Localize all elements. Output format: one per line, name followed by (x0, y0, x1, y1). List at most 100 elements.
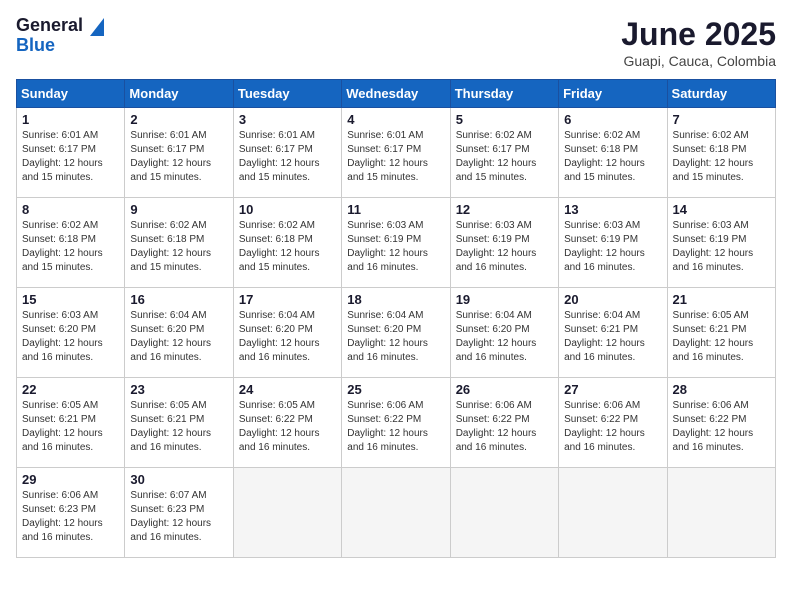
calendar-cell: 24 Sunrise: 6:05 AM Sunset: 6:22 PM Dayli… (233, 378, 341, 468)
day-info: Sunrise: 6:02 AM Sunset: 6:18 PM Dayligh… (239, 219, 336, 275)
weekday-header-wednesday: Wednesday (342, 80, 450, 108)
calendar-cell: 16 Sunrise: 6:04 AM Sunset: 6:20 PM Dayli… (125, 288, 233, 378)
calendar-cell: 22Sunrise: 6:05 AM Sunset: 6:21 PM Dayli… (17, 378, 125, 468)
calendar-cell (342, 468, 450, 558)
day-number: 30 (130, 472, 227, 487)
day-info: Sunrise: 6:03 AM Sunset: 6:19 PM Dayligh… (456, 219, 553, 275)
calendar-cell: 19Sunrise: 6:04 AM Sunset: 6:20 PM Dayli… (450, 288, 558, 378)
day-number: 19 (456, 292, 553, 307)
calendar-cell: 15 Sunrise: 6:03 AM Sunset: 6:20 PM Dayli… (17, 288, 125, 378)
day-number: 5 (456, 112, 553, 127)
day-info: Sunrise: 6:06 AM Sunset: 6:22 PM Dayligh… (347, 399, 444, 455)
logo-general: General (16, 15, 83, 35)
day-info: Sunrise: 6:01 AM Sunset: 6:17 PM Dayligh… (22, 129, 119, 185)
day-number: 12 (456, 202, 553, 217)
day-number: 14 (673, 202, 770, 217)
day-info: Sunrise: 6:04 AM Sunset: 6:20 PM Dayligh… (239, 309, 336, 365)
day-number: 25 (347, 382, 444, 397)
calendar-cell: 1 Sunrise: 6:01 AM Sunset: 6:17 PM Daylig… (17, 108, 125, 198)
calendar-cell (233, 468, 341, 558)
calendar-cell (667, 468, 775, 558)
day-info: Sunrise: 6:05 AM Sunset: 6:21 PM Dayligh… (130, 399, 227, 455)
calendar-cell: 18 Sunrise: 6:04 AM Sunset: 6:20 PM Dayli… (342, 288, 450, 378)
day-number: 18 (347, 292, 444, 307)
day-info: Sunrise: 6:07 AM Sunset: 6:23 PM Dayligh… (130, 489, 227, 545)
day-info: Sunrise: 6:03 AM Sunset: 6:19 PM Dayligh… (347, 219, 444, 275)
weekday-header-tuesday: Tuesday (233, 80, 341, 108)
day-number: 29 (22, 472, 119, 487)
day-number: 16 (130, 292, 227, 307)
weekday-header-sunday: Sunday (17, 80, 125, 108)
calendar-cell: 12 Sunrise: 6:03 AM Sunset: 6:19 PM Dayli… (450, 198, 558, 288)
calendar-cell: 29 Sunrise: 6:06 AM Sunset: 6:23 PM Dayli… (17, 468, 125, 558)
calendar-cell: 25 Sunrise: 6:06 AM Sunset: 6:22 PM Dayli… (342, 378, 450, 468)
calendar-cell (559, 468, 667, 558)
day-info: Sunrise: 6:04 AM Sunset: 6:21 PM Dayligh… (564, 309, 661, 365)
logo-blue: Blue (16, 35, 55, 55)
day-info: Sunrise: 6:03 AM Sunset: 6:19 PM Dayligh… (564, 219, 661, 275)
calendar-cell: 4 Sunrise: 6:01 AM Sunset: 6:17 PM Daylig… (342, 108, 450, 198)
weekday-header-thursday: Thursday (450, 80, 558, 108)
day-number: 9 (130, 202, 227, 217)
day-info: Sunrise: 6:04 AM Sunset: 6:20 PM Dayligh… (347, 309, 444, 365)
calendar-cell: 26 Sunrise: 6:06 AM Sunset: 6:22 PM Dayli… (450, 378, 558, 468)
calendar: SundayMondayTuesdayWednesdayThursdayFrid… (16, 79, 776, 558)
calendar-cell: 21 Sunrise: 6:05 AM Sunset: 6:21 PM Dayli… (667, 288, 775, 378)
day-info: Sunrise: 6:04 AM Sunset: 6:20 PM Dayligh… (130, 309, 227, 365)
day-info: Sunrise: 6:06 AM Sunset: 6:23 PM Dayligh… (22, 489, 119, 545)
day-info: Sunrise: 6:01 AM Sunset: 6:17 PM Dayligh… (239, 129, 336, 185)
day-number: 26 (456, 382, 553, 397)
calendar-cell: 3 Sunrise: 6:01 AM Sunset: 6:17 PM Daylig… (233, 108, 341, 198)
day-number: 4 (347, 112, 444, 127)
day-info: Sunrise: 6:02 AM Sunset: 6:18 PM Dayligh… (564, 129, 661, 185)
header: General Blue June 2025 Guapi, Cauca, Col… (16, 16, 776, 69)
title-area: June 2025 Guapi, Cauca, Colombia (621, 16, 776, 69)
weekday-header-friday: Friday (559, 80, 667, 108)
day-number: 13 (564, 202, 661, 217)
day-number: 20 (564, 292, 661, 307)
day-info: Sunrise: 6:02 AM Sunset: 6:18 PM Dayligh… (673, 129, 770, 185)
day-number: 21 (673, 292, 770, 307)
calendar-cell: 7Sunrise: 6:02 AM Sunset: 6:18 PM Daylig… (667, 108, 775, 198)
day-info: Sunrise: 6:05 AM Sunset: 6:22 PM Dayligh… (239, 399, 336, 455)
calendar-cell: 27Sunrise: 6:06 AM Sunset: 6:22 PM Dayli… (559, 378, 667, 468)
day-number: 15 (22, 292, 119, 307)
day-info: Sunrise: 6:06 AM Sunset: 6:22 PM Dayligh… (456, 399, 553, 455)
day-number: 8 (22, 202, 119, 217)
day-number: 23 (130, 382, 227, 397)
day-info: Sunrise: 6:01 AM Sunset: 6:17 PM Dayligh… (347, 129, 444, 185)
day-info: Sunrise: 6:06 AM Sunset: 6:22 PM Dayligh… (564, 399, 661, 455)
month-title: June 2025 (621, 16, 776, 53)
day-number: 11 (347, 202, 444, 217)
calendar-cell: 20 Sunrise: 6:04 AM Sunset: 6:21 PM Dayli… (559, 288, 667, 378)
calendar-cell (450, 468, 558, 558)
calendar-cell: 17 Sunrise: 6:04 AM Sunset: 6:20 PM Dayli… (233, 288, 341, 378)
day-info: Sunrise: 6:05 AM Sunset: 6:21 PM Dayligh… (673, 309, 770, 365)
week-row-5: 29 Sunrise: 6:06 AM Sunset: 6:23 PM Dayli… (17, 468, 776, 558)
calendar-cell: 6 Sunrise: 6:02 AM Sunset: 6:18 PM Daylig… (559, 108, 667, 198)
day-number: 1 (22, 112, 119, 127)
day-info: Sunrise: 6:02 AM Sunset: 6:18 PM Dayligh… (22, 219, 119, 275)
day-info: Sunrise: 6:03 AM Sunset: 6:20 PM Dayligh… (22, 309, 119, 365)
logo: General Blue (16, 16, 104, 55)
calendar-cell: 28Sunrise: 6:06 AM Sunset: 6:22 PM Dayli… (667, 378, 775, 468)
day-number: 6 (564, 112, 661, 127)
calendar-cell: 10 Sunrise: 6:02 AM Sunset: 6:18 PM Dayli… (233, 198, 341, 288)
week-row-1: 1 Sunrise: 6:01 AM Sunset: 6:17 PM Daylig… (17, 108, 776, 198)
calendar-cell: 2Sunrise: 6:01 AM Sunset: 6:17 PM Daylig… (125, 108, 233, 198)
day-number: 17 (239, 292, 336, 307)
day-number: 10 (239, 202, 336, 217)
weekday-header-row: SundayMondayTuesdayWednesdayThursdayFrid… (17, 80, 776, 108)
day-number: 22 (22, 382, 119, 397)
calendar-cell: 9Sunrise: 6:02 AM Sunset: 6:18 PM Daylig… (125, 198, 233, 288)
day-number: 24 (239, 382, 336, 397)
day-number: 3 (239, 112, 336, 127)
day-number: 28 (673, 382, 770, 397)
day-number: 2 (130, 112, 227, 127)
calendar-cell: 5Sunrise: 6:02 AM Sunset: 6:17 PM Daylig… (450, 108, 558, 198)
calendar-cell: 11 Sunrise: 6:03 AM Sunset: 6:19 PM Dayli… (342, 198, 450, 288)
calendar-cell: 30 Sunrise: 6:07 AM Sunset: 6:23 PM Dayli… (125, 468, 233, 558)
weekday-header-monday: Monday (125, 80, 233, 108)
weekday-header-saturday: Saturday (667, 80, 775, 108)
week-row-4: 22 Sunrise: 6:05 AM Sunset: 6:21 PM Dayli… (17, 378, 776, 468)
